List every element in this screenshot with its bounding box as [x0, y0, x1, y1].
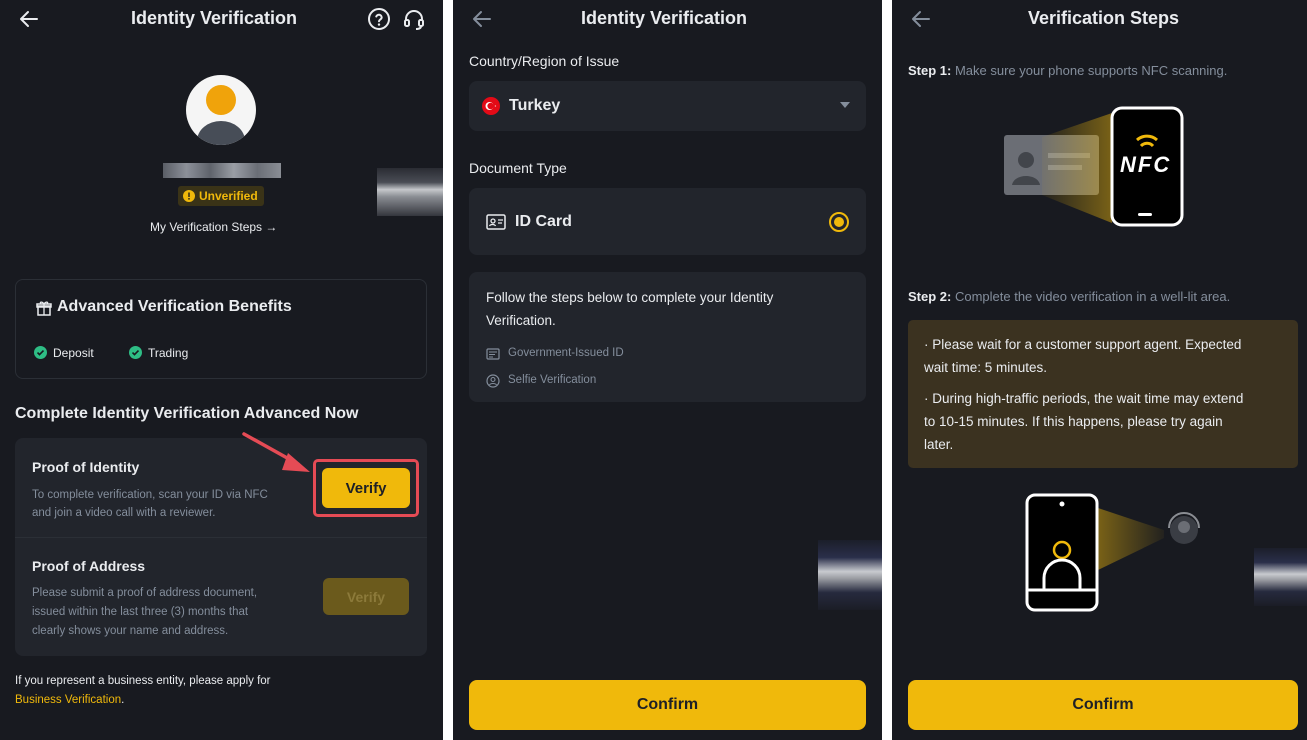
address-desc-line: Please submit a proof of address documen… — [32, 587, 258, 599]
info-text-line: Follow the steps below to complete your … — [486, 290, 774, 305]
wait-time-notice: · Please wait for a customer support age… — [908, 320, 1298, 468]
identity-desc-line: and join a video call with a reviewer. — [32, 507, 216, 519]
back-arrow-icon[interactable] — [471, 8, 493, 30]
video-call-illustration — [1025, 493, 1200, 612]
address-description: Please submit a proof of address documen… — [32, 584, 257, 641]
identity-desc-line: To complete verification, scan your ID v… — [32, 489, 268, 501]
verify-identity-button[interactable]: Verify — [322, 468, 410, 508]
check-circle-icon — [129, 346, 142, 359]
notice-line: · Please wait for a customer support age… — [924, 337, 1242, 352]
info-text-line: Verification. — [486, 313, 556, 328]
id-card-icon — [486, 214, 506, 230]
page-title: Identity Verification — [581, 8, 748, 28]
status-badge-label: Unverified — [199, 189, 258, 203]
address-desc-line: issued within the last three (3) months … — [32, 606, 249, 618]
caret-down-icon — [840, 102, 850, 108]
identity-verification-screen: Identity Verification Unverified My Veri… — [0, 0, 443, 740]
info-icon — [183, 190, 195, 202]
verification-steps-link[interactable]: My Verification Steps → — [150, 220, 277, 234]
back-arrow-icon[interactable] — [910, 8, 932, 30]
id-card-label: ID Card — [515, 213, 572, 230]
blurred-username — [163, 163, 281, 178]
info-item-selfie: Selfie Verification — [508, 374, 597, 386]
notice-text: · Please wait for a customer support age… — [924, 333, 1243, 456]
document-type-label: Document Type — [469, 160, 567, 176]
benefit-trading: Trading — [148, 346, 189, 360]
confirm-button[interactable]: Confirm — [908, 680, 1298, 730]
info-item-government-id: Government-Issued ID — [508, 347, 624, 359]
address-title: Proof of Address — [32, 558, 146, 574]
page-title: Identity Verification — [131, 8, 298, 28]
business-note-end: . — [121, 694, 125, 706]
step2-text: Step 2: Complete the video verification … — [908, 289, 1230, 304]
step1-label: Step 1: — [908, 63, 952, 78]
business-note: If you represent a business entity, plea… — [15, 672, 271, 710]
document-selection-screen: Identity Verification Country/Region of … — [453, 0, 882, 740]
blurred-image — [818, 540, 882, 610]
radio-selected[interactable] — [829, 212, 849, 232]
benefits-card: Advanced Verification Benefits Deposit T… — [15, 279, 427, 379]
verify-address-button[interactable]: Verify — [323, 578, 409, 615]
notice-line: to 10-15 minutes. If this happens, pleas… — [924, 414, 1223, 429]
nfc-label: NFC — [1120, 152, 1172, 177]
step2-label: Step 2: — [908, 289, 952, 304]
country-value: Turkey — [509, 97, 561, 114]
id-card-option[interactable]: ID Card — [469, 188, 866, 255]
notice-line: later. — [924, 437, 954, 452]
identity-description: To complete verification, scan your ID v… — [32, 486, 268, 522]
verification-steps-screen: Verification Steps Step 1: Make sure you… — [892, 0, 1307, 740]
address-desc-line: clearly shows your name and address. — [32, 625, 229, 637]
notice-line: · During high-traffic periods, the wait … — [924, 391, 1244, 406]
step2-description: Complete the video verification in a wel… — [951, 289, 1231, 304]
step1-text: Step 1: Make sure your phone supports NF… — [908, 63, 1227, 78]
business-verification-link[interactable]: Business Verification — [15, 694, 121, 706]
turkey-flag-icon — [482, 97, 500, 115]
selfie-icon — [486, 374, 500, 388]
step1-description: Make sure your phone supports NFC scanni… — [951, 63, 1228, 78]
benefit-deposit: Deposit — [53, 346, 94, 360]
check-circle-icon — [34, 346, 47, 359]
section-title: Complete Identity Verification Advanced … — [15, 405, 359, 422]
help-circle-icon[interactable] — [367, 7, 391, 31]
country-label: Country/Region of Issue — [469, 53, 620, 69]
divider — [15, 537, 427, 538]
info-text: Follow the steps below to complete your … — [486, 286, 773, 332]
status-badge: Unverified — [178, 186, 264, 206]
confirm-button[interactable]: Confirm — [469, 680, 866, 730]
back-arrow-icon[interactable] — [18, 8, 40, 30]
gift-icon — [36, 301, 52, 316]
headset-icon[interactable] — [402, 7, 426, 31]
notice-line: wait time: 5 minutes. — [924, 360, 1048, 375]
blurred-image — [377, 168, 443, 216]
benefits-title: Advanced Verification Benefits — [57, 298, 292, 315]
business-note-text: If you represent a business entity, plea… — [15, 675, 271, 687]
info-card: Follow the steps below to complete your … — [469, 272, 866, 402]
document-icon — [486, 348, 500, 360]
page-title: Verification Steps — [1028, 8, 1180, 28]
identity-title: Proof of Identity — [32, 459, 140, 475]
pointer-arrow-icon — [242, 432, 310, 472]
country-select[interactable]: Turkey — [469, 81, 866, 131]
avatar — [186, 75, 256, 145]
blurred-image — [1254, 548, 1307, 606]
